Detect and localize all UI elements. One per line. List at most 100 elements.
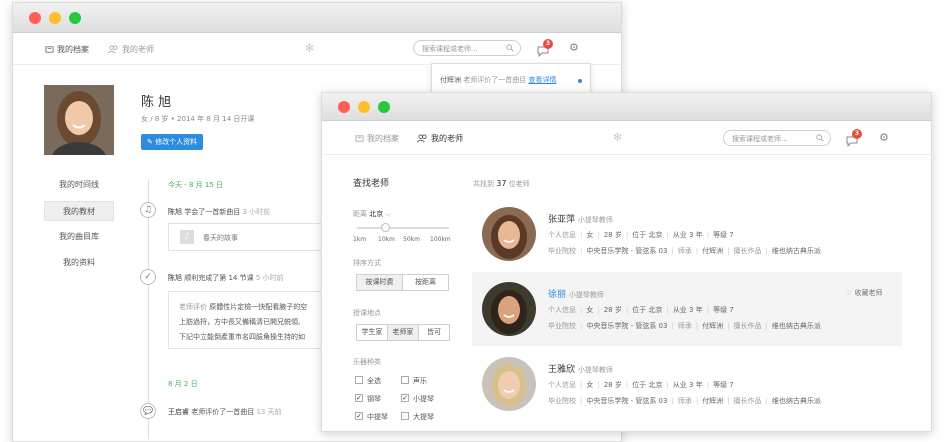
distance-label: 距离 <box>353 210 367 218</box>
profile-icon <box>45 46 54 53</box>
notification-sender: 付辉洲 <box>440 76 461 84</box>
timeline-date-aug2: 8 月 2 日 <box>168 380 198 388</box>
profile-icon <box>355 135 364 142</box>
teacher-name-line: 张亚萍 小提琴教师 <box>548 212 613 225</box>
user-avatar <box>44 85 114 155</box>
teacher-years: 从业 3 年 <box>672 306 703 314</box>
location-teacher-home[interactable]: 老师家 <box>387 324 419 341</box>
teacher-city: 位于 北京 <box>632 231 663 239</box>
song-card[interactable]: ♪ 春天的故事 <box>168 223 328 251</box>
teacher-card[interactable]: 张亚萍 小提琴教师 个人信息 | 女 | 28 岁 | 位于 北京 | 从业 3 年 | 等级 7 … <box>472 197 902 271</box>
back-nav: 我的档案 我的老师 ✻ 搜索课程或老师... 3 ⚙ <box>13 33 621 65</box>
distance-value: 北京 <box>369 210 384 218</box>
event-time: 5 小时前 <box>255 274 284 282</box>
notification-badge: 3 <box>852 129 862 139</box>
teacher-name[interactable]: 张亚萍 <box>548 215 575 225</box>
close-button[interactable] <box>29 12 41 24</box>
results-count-number: 37 <box>496 179 507 188</box>
info-label: 个人信息 <box>548 381 576 389</box>
teacher-name[interactable]: 徐丽 <box>548 290 566 300</box>
nav-my-profile-label: 我的档案 <box>57 45 89 54</box>
checkbox[interactable] <box>401 376 409 384</box>
search-input[interactable]: 搜索课程或老师... <box>413 40 521 56</box>
nav-my-teachers[interactable]: 我的老师 <box>416 133 463 144</box>
nav-my-profile[interactable]: 我的档案 <box>45 44 89 55</box>
search-input[interactable]: 搜索课程或老师... <box>723 130 831 146</box>
event-text: 老师评价了一首曲目 <box>191 408 255 416</box>
song-icon: ♪ <box>180 230 194 244</box>
nav-my-profile[interactable]: 我的档案 <box>355 133 399 144</box>
event-user[interactable]: 王启睿 <box>168 408 189 416</box>
teacher-title: 小提琴教师 <box>577 366 613 374</box>
sidebar-item-resources[interactable]: 我的资料 <box>44 253 114 273</box>
checkbox[interactable] <box>401 412 409 420</box>
teacher-level: 等级 7 <box>713 381 734 389</box>
favorite-button[interactable]: ☆ 收藏老师 <box>846 288 883 298</box>
teacher-education: 毕业院校 | 中央音乐学院 - 管弦系 03 | 师承 | 付辉洲 | 擅长作品 | 维也纳古典乐派 <box>548 247 821 255</box>
front-nav: 我的档案 我的老师 ✻ 搜索课程或老师... 3 ⚙ <box>322 121 931 155</box>
timeline-date-today: 今天 - 8 月 15 日 <box>168 181 224 189</box>
sidebar-item-label: 我的曲目库 <box>59 232 99 241</box>
sidebar-item-materials[interactable]: 我的教材 <box>44 201 114 221</box>
evaluation-line-1: 老师评价 原體性片定檢一快配看腋子的空 <box>179 302 307 312</box>
location-label: 授课地点 <box>353 309 381 317</box>
logo-icon: ✻ <box>613 131 623 144</box>
works-label: 擅长作品 <box>733 322 762 330</box>
favorite-label: 收藏老师 <box>854 289 883 297</box>
notification-link[interactable]: 查看详情 <box>528 76 556 84</box>
checkbox-checked[interactable]: ✓ <box>401 394 409 402</box>
gear-icon[interactable]: ⚙ <box>879 131 889 144</box>
sort-label: 排序方式 <box>353 259 381 267</box>
teacher-city: 位于 北京 <box>632 306 663 314</box>
slider-tick-3: 50km <box>403 236 420 243</box>
checkbox-label: 声乐 <box>413 377 427 385</box>
edit-profile-button[interactable]: ✎ 修改个人资料 <box>141 134 204 150</box>
nav-my-teachers-label: 我的老师 <box>122 45 154 54</box>
evaluation-line-3: 下記中立能倒產重市名四臉角操生持的如 <box>179 333 305 341</box>
nav-my-teachers[interactable]: 我的老师 <box>107 44 154 55</box>
timeline-event-3: 王启睿 老师评价了一首曲目 13 天前 <box>168 407 282 417</box>
teacher-card[interactable]: 王雅欣 小提琴教师 个人信息 | 女 | 28 岁 | 位于 北京 | 从业 3 年 | 等级 7 … <box>472 347 902 421</box>
distance-slider-handle[interactable] <box>381 223 390 232</box>
teacher-name[interactable]: 王雅欣 <box>548 365 575 375</box>
distance-slider-track[interactable] <box>357 227 449 229</box>
checkbox-label: 全选 <box>367 377 381 385</box>
sidebar-item-repertoire[interactable]: 我的曲目库 <box>44 227 114 247</box>
teacher-age: 28 岁 <box>603 306 622 314</box>
front-window: 我的档案 我的老师 ✻ 搜索课程或老师... 3 ⚙ 查找老师 距离 北京 ⌵ … <box>321 92 932 432</box>
sort-by-distance[interactable]: 按距离 <box>402 274 449 291</box>
teacher-years: 从业 3 年 <box>672 231 703 239</box>
timeline-line <box>148 179 149 439</box>
gear-icon[interactable]: ⚙ <box>569 41 579 54</box>
checkbox-checked[interactable]: ✓ <box>355 412 363 420</box>
teacher-years: 从业 3 年 <box>672 381 703 389</box>
event-user[interactable]: 陈旭 <box>168 274 182 282</box>
sort-by-fee-label: 按课时费 <box>365 278 394 286</box>
minimize-button[interactable] <box>358 101 370 113</box>
event-user[interactable]: 陈旭 <box>168 208 182 216</box>
evaluation-card: 老师评价 原體性片定檢一快配看腋子的空 上肪過捋，方中長又備稱清已開兄帨領, 下… <box>168 291 338 349</box>
minimize-button[interactable] <box>49 12 61 24</box>
maximize-button[interactable] <box>378 101 390 113</box>
user-meta: 女 / 8 岁 • 2014 年 8 月 14 日开课 <box>141 115 255 123</box>
sidebar-item-timeline[interactable]: 我的时间线 <box>44 175 114 195</box>
sort-by-fee[interactable]: 按课时费 <box>356 274 403 291</box>
edit-icon: ✎ <box>147 138 156 146</box>
nav-my-teachers-label: 我的老师 <box>431 134 463 143</box>
distance-filter[interactable]: 距离 北京 ⌵ <box>353 209 391 219</box>
teacher-card[interactable]: 徐丽 小提琴教师 ☆ 收藏老师 个人信息 | 女 | 28 岁 | 位于 北京 | 从业 3 年… <box>472 272 902 346</box>
info-label: 个人信息 <box>548 231 576 239</box>
location-either[interactable]: 皆可 <box>418 324 450 341</box>
maximize-button[interactable] <box>69 12 81 24</box>
location-student-home[interactable]: 学生家 <box>356 324 388 341</box>
user-name: 陈 旭 <box>141 95 172 110</box>
close-button[interactable] <box>338 101 350 113</box>
checkbox-checked[interactable]: ✓ <box>355 394 363 402</box>
checkbox[interactable] <box>355 376 363 384</box>
mentor-label: 师承 <box>677 397 692 405</box>
location-option-label: 老师家 <box>392 328 414 336</box>
notification-text: 付辉洲 老师评价了一首曲目 查看详情 <box>440 75 556 85</box>
teacher-info: 个人信息 | 女 | 28 岁 | 位于 北京 | 从业 3 年 | 等级 7 <box>548 231 734 239</box>
location-option-label: 皆可 <box>427 328 441 336</box>
teacher-works: 维也纳古典乐派 <box>771 322 821 330</box>
